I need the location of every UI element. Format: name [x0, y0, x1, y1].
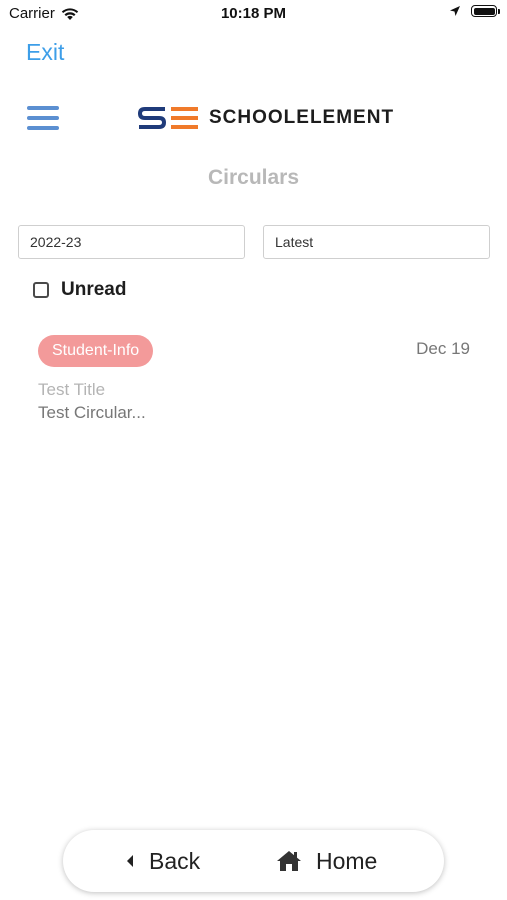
academic-year-select[interactable]: 2022-23 [18, 225, 245, 259]
circular-list-item[interactable]: Student-Info Dec 19 Test Title Test Circ… [38, 335, 470, 427]
brand-logo: SCHOOLELEMENT [137, 106, 394, 130]
circular-date: Dec 19 [416, 339, 470, 358]
home-label: Home [316, 847, 378, 874]
battery-fill [473, 7, 495, 15]
home-icon [277, 851, 301, 871]
category-badge: Student-Info [38, 335, 154, 367]
home-button[interactable]: Home [276, 830, 377, 892]
brand-name: SCHOOLELEMENT [209, 107, 395, 128]
unread-filter[interactable]: Unread [33, 279, 126, 301]
status-right [449, 5, 500, 17]
hamburger-menu-icon[interactable] [27, 106, 59, 134]
unread-checkbox[interactable] [33, 282, 49, 298]
exit-button[interactable]: Exit [26, 39, 64, 66]
back-label: Back [149, 847, 201, 874]
battery-icon [471, 5, 500, 17]
status-bar: Carrier 10:18 PM [0, 0, 507, 30]
status-time: 10:18 PM [220, 5, 287, 22]
bottom-nav: Back Home [63, 830, 444, 892]
circular-snippet: Test Circular... [38, 403, 146, 422]
schoolelement-logo-icon [137, 107, 198, 129]
unread-label: Unread [61, 279, 127, 300]
sort-order-select[interactable]: Latest [263, 225, 490, 259]
location-arrow-icon [450, 6, 460, 16]
back-button[interactable]: Back [125, 830, 200, 892]
back-caret-icon [127, 855, 133, 867]
circular-title: Test Title [38, 380, 106, 399]
page-title: Circulars [207, 166, 300, 189]
